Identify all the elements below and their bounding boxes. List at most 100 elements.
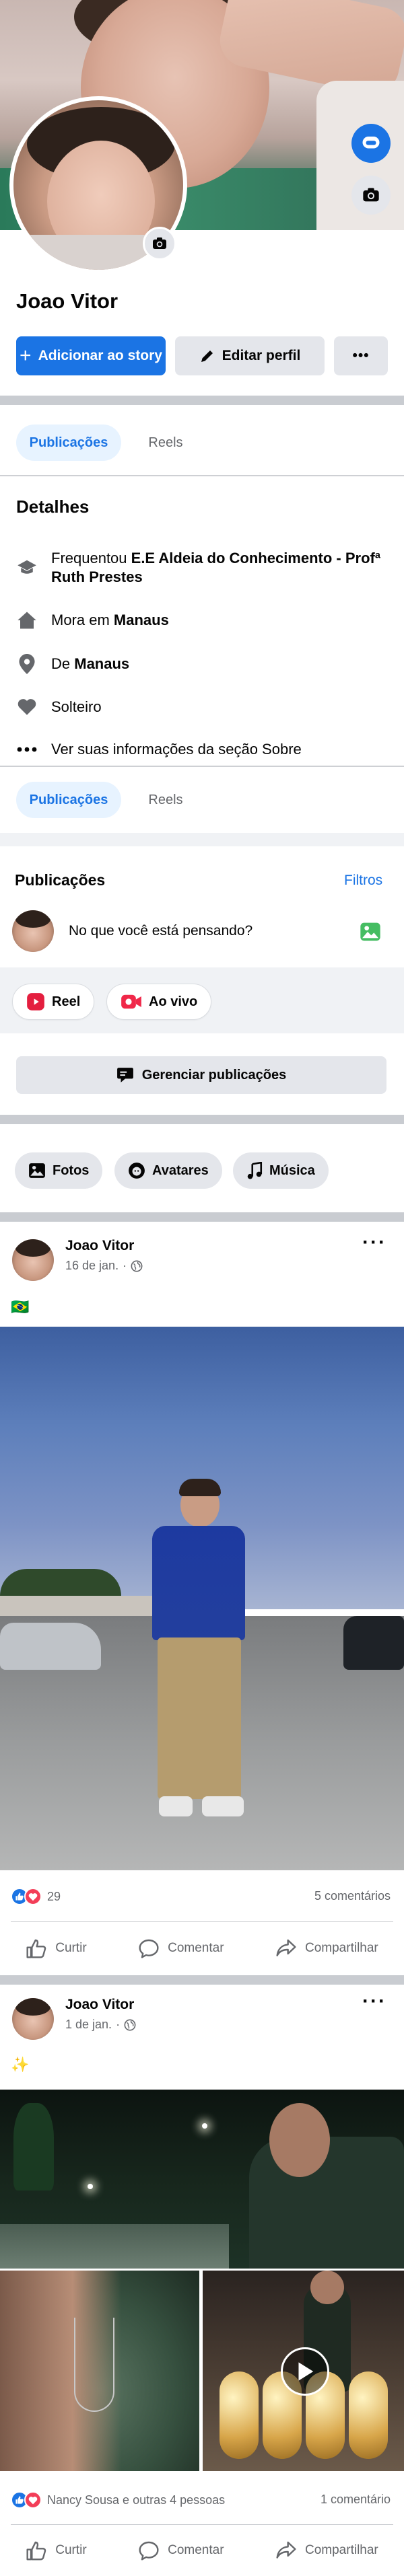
detail-current-city[interactable]: Mora em Manaus	[16, 611, 393, 630]
comment-bubble-icon	[138, 2540, 160, 2561]
post-photo-top[interactable]	[0, 2090, 404, 2269]
relationship-text: Solteiro	[51, 698, 102, 715]
post-options-button[interactable]: ···	[362, 1231, 386, 1254]
comment-button[interactable]: Comentar	[138, 2540, 224, 2561]
add-to-story-button[interactable]: + Adicionar ao story	[16, 336, 166, 375]
sticky-tab-reels[interactable]: Reels	[132, 782, 199, 818]
messenger-button[interactable]	[351, 124, 391, 163]
photo-car-right	[343, 1616, 404, 1670]
photo-person-pants	[158, 1637, 241, 1799]
post-date[interactable]: 16 de jan.	[65, 1259, 119, 1273]
like-button[interactable]: Curtir	[26, 1938, 87, 1958]
details-divider	[0, 766, 404, 767]
photo-light	[202, 2123, 207, 2129]
share-arrow-icon	[275, 1938, 297, 1958]
share-arrow-icon	[275, 2540, 297, 2561]
post-author-name[interactable]: Joao Vitor	[65, 1238, 134, 1254]
reaction-count: 29	[47, 1889, 61, 1903]
sticky-tab-reels-label: Reels	[148, 792, 183, 807]
location-pin-icon	[16, 654, 38, 674]
post-author-name[interactable]: Joao Vitor	[65, 1997, 134, 2013]
reaction-summary: Nancy Sousa e outras 4 pessoas	[47, 2493, 226, 2507]
tab-posts[interactable]: Publicações	[16, 425, 121, 461]
photo-person-shirt	[152, 1526, 245, 1640]
reaction-icons	[11, 2491, 42, 2509]
play-video-button[interactable]	[281, 2347, 329, 2396]
photos-label: Fotos	[53, 1163, 90, 1178]
music-chip[interactable]: Música	[233, 1152, 329, 1189]
edit-profile-picture-button[interactable]	[143, 227, 176, 260]
detail-hometown[interactable]: De Manaus	[16, 654, 393, 674]
share-label: Compartilhar	[305, 1941, 378, 1955]
play-icon	[296, 2361, 314, 2382]
hometown-text: De Manaus	[51, 655, 130, 673]
detail-relationship[interactable]: Solteiro	[16, 698, 393, 716]
sticky-tab-posts[interactable]: Publicações	[16, 782, 121, 818]
share-button[interactable]: Compartilhar	[275, 2540, 378, 2561]
like-label: Curtir	[55, 1941, 87, 1955]
pencil-icon	[199, 348, 215, 364]
avatars-label: Avatares	[152, 1163, 209, 1178]
reel-label: Reel	[52, 994, 81, 1009]
composer-input[interactable]: No que você está pensando?	[69, 923, 252, 939]
post-author-avatar[interactable]	[12, 1998, 54, 2040]
post-text: ✨	[11, 2056, 30, 2073]
section-divider	[0, 1212, 404, 1222]
tab-reels-label: Reels	[148, 435, 183, 450]
avatar-face-icon	[128, 1162, 145, 1179]
photos-icon	[28, 1163, 46, 1179]
publications-title: Publicações	[15, 871, 106, 889]
reaction-icons	[11, 1888, 42, 1905]
reel-button[interactable]: Reel	[12, 984, 95, 1020]
share-label: Compartilhar	[305, 2543, 378, 2557]
music-note-icon	[246, 1162, 263, 1179]
post-options-button[interactable]: ···	[362, 1990, 386, 2013]
home-icon	[16, 611, 38, 630]
comments-count[interactable]: 1 comentário	[321, 2493, 391, 2507]
manage-posts-button[interactable]: Gerenciar publicações	[16, 1056, 386, 1094]
share-button[interactable]: Compartilhar	[275, 1938, 378, 1958]
more-options-button[interactable]: •••	[334, 336, 388, 375]
section-divider	[0, 396, 404, 405]
comment-bubble-icon	[138, 1938, 160, 1958]
more-dots-icon	[16, 747, 38, 752]
section-divider	[0, 833, 404, 846]
post-actions-divider	[11, 2524, 393, 2525]
comments-count[interactable]: 5 comentários	[314, 1889, 391, 1903]
like-button[interactable]: Curtir	[26, 2540, 87, 2561]
comment-label: Comentar	[168, 1941, 224, 1955]
post-reactions[interactable]: Nancy Sousa e outras 4 pessoas	[11, 2491, 225, 2509]
photo-person-face	[269, 2103, 330, 2177]
sticky-tab-posts-label: Publicações	[29, 792, 108, 807]
post-photo[interactable]	[0, 1327, 404, 1870]
edit-cover-button[interactable]	[351, 176, 391, 215]
post-date[interactable]: 1 de jan.	[65, 2018, 112, 2032]
filters-link[interactable]: Filtros	[344, 873, 382, 889]
tab-reels[interactable]: Reels	[132, 425, 199, 461]
plus-icon: +	[20, 344, 32, 367]
manage-posts-icon	[116, 1067, 134, 1083]
photo-person-shoe-right	[202, 1796, 244, 1816]
photos-chip[interactable]: Fotos	[15, 1152, 103, 1189]
manage-posts-label: Gerenciar publicações	[141, 1067, 287, 1082]
post-author-avatar[interactable]	[12, 1239, 54, 1281]
comment-button[interactable]: Comentar	[138, 1938, 224, 1958]
post-reactions[interactable]: 29	[11, 1888, 61, 1905]
photo-chain	[74, 2318, 114, 2412]
post-video-thumbnail[interactable]	[203, 2271, 404, 2471]
details-title: Detalhes	[16, 496, 90, 517]
photo-icon[interactable]	[360, 922, 381, 942]
live-button[interactable]: Ao vivo	[106, 984, 212, 1020]
photo-palm	[13, 2103, 54, 2191]
avatars-chip[interactable]: Avatares	[114, 1152, 222, 1189]
edit-profile-button[interactable]: Editar perfil	[175, 336, 325, 375]
post-meta: 1 de jan. ·	[65, 2018, 136, 2032]
profile-name: Joao Vitor	[16, 289, 119, 313]
chat-icon	[361, 133, 381, 153]
post-photo-bottom-left[interactable]	[0, 2271, 199, 2471]
see-about-link[interactable]: Ver suas informações da seção Sobre	[16, 740, 393, 759]
detail-education[interactable]: Frequentou E.E Aldeia do Conhecimento - …	[16, 549, 393, 586]
post-actions-divider	[11, 1921, 393, 1922]
globe-icon	[131, 1260, 143, 1272]
see-about-text: Ver suas informações da seção Sobre	[51, 741, 302, 758]
